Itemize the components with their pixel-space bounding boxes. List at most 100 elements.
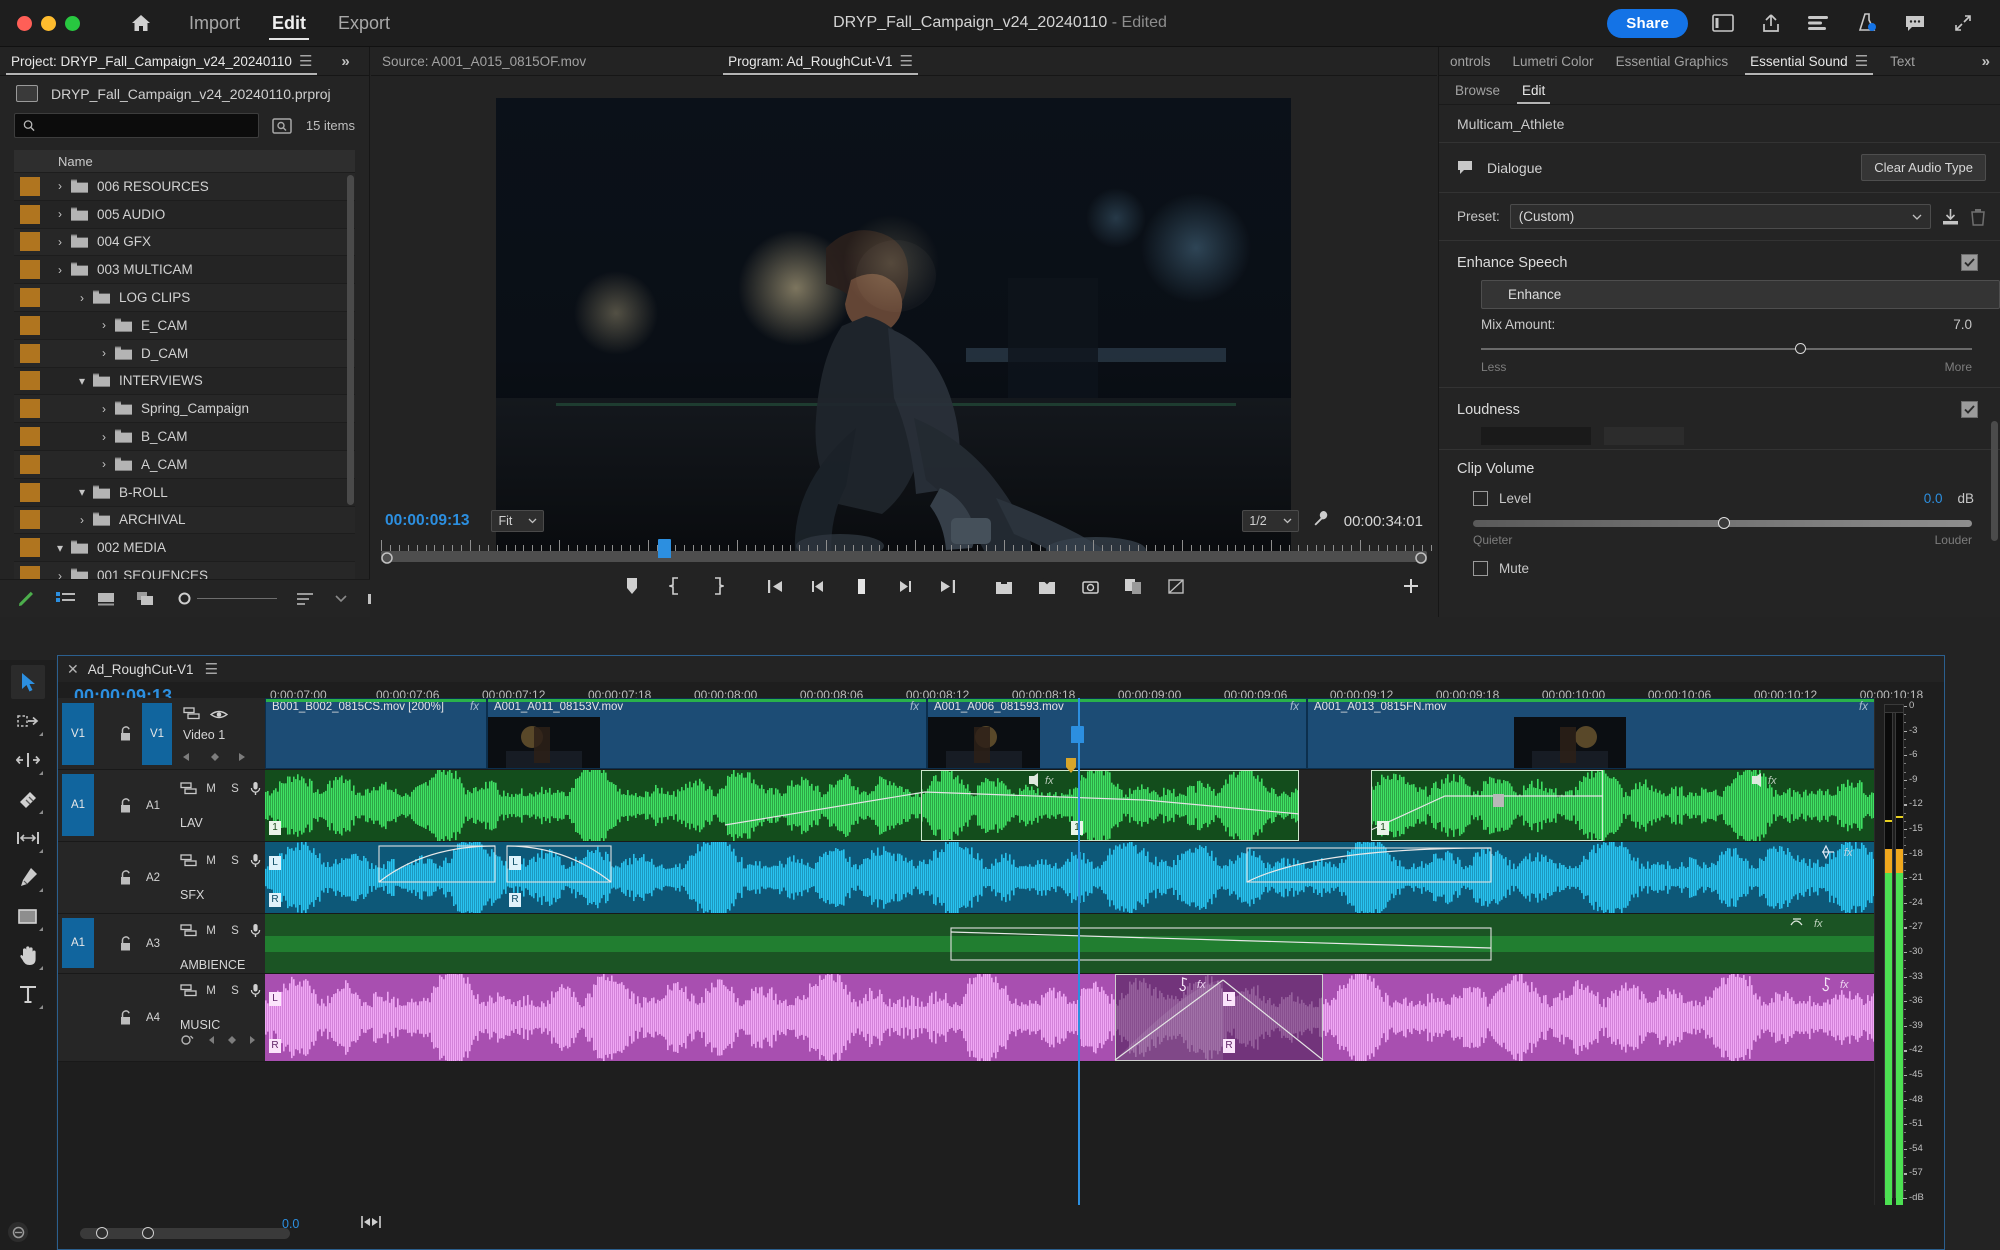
in-point-handle[interactable] (381, 551, 393, 565)
sort-chevron-icon[interactable] (335, 589, 347, 609)
tab-essential-graphics[interactable]: Essential Graphics (1605, 47, 1740, 75)
monitor-scrub-ruler[interactable] (381, 539, 1427, 565)
source-patch-a1[interactable]: A1 (62, 774, 94, 836)
home-icon[interactable] (126, 8, 156, 38)
track-select-forward-tool[interactable] (11, 704, 45, 738)
mix-amount-slider-knob[interactable] (1795, 343, 1806, 354)
bin-color-swatch[interactable] (20, 538, 40, 557)
bin-color-swatch[interactable] (20, 483, 40, 502)
go-to-out-icon[interactable] (935, 575, 959, 597)
fullscreen-icon[interactable] (1950, 10, 1976, 36)
multicam-icon[interactable] (1164, 575, 1188, 597)
subtab-browse[interactable]: Browse (1455, 76, 1511, 104)
bin-color-swatch[interactable] (20, 371, 40, 390)
enhance-button[interactable]: Enhance (1481, 280, 2000, 309)
track-lock-icon[interactable] (118, 798, 134, 814)
a3-rubberband[interactable] (265, 914, 1874, 974)
level-value[interactable]: 0.0 (1924, 491, 1943, 506)
source-patch-a3[interactable]: A1 (62, 918, 94, 968)
export-frame-icon[interactable] (1078, 575, 1102, 597)
track-voice-record-icon[interactable] (250, 853, 261, 868)
zoom-slider-track[interactable] (197, 598, 277, 600)
program-video-frame[interactable] (496, 98, 1291, 560)
bin-color-swatch[interactable] (20, 455, 40, 474)
step-forward-icon[interactable] (892, 575, 916, 597)
bin-color-swatch[interactable] (20, 427, 40, 446)
track-sync-lock-icon[interactable] (183, 707, 200, 720)
disclosure-triangle-icon[interactable]: › (94, 318, 114, 332)
thumbnail-zoom-slider[interactable] (178, 592, 277, 605)
keyframe-nav-icons[interactable] (180, 750, 250, 764)
panel-menu-icon[interactable]: ☰ (299, 52, 312, 70)
zoom-left-handle[interactable] (96, 1227, 108, 1239)
project-tree-row[interactable]: › LOG CLIPS (14, 284, 355, 312)
project-tree-row[interactable]: ▾ INTERVIEWS (14, 368, 355, 396)
selection-tool[interactable] (11, 665, 45, 699)
timeline-panel-menu-icon[interactable]: ☰ (205, 660, 218, 678)
parent-bin-icon[interactable] (16, 85, 38, 102)
pen-tool[interactable] (11, 860, 45, 894)
a1-volume-rubberband[interactable] (265, 770, 1874, 842)
track-visibility-eye-icon[interactable] (210, 708, 228, 721)
track-solo-a2[interactable]: S (228, 855, 242, 867)
project-file-row[interactable]: DRYP_Fall_Campaign_v24_20240110.prproj (0, 76, 369, 111)
track-voice-record-icon[interactable] (250, 923, 261, 938)
freeform-view-icon[interactable] (136, 589, 158, 609)
bin-color-swatch[interactable] (20, 205, 40, 224)
disclosure-triangle-icon[interactable]: ▾ (50, 541, 70, 555)
bin-color-swatch[interactable] (20, 399, 40, 418)
monitor-settings-wrench-icon[interactable] (1313, 510, 1330, 532)
disclosure-triangle-icon[interactable]: › (72, 513, 92, 527)
track-voice-record-icon[interactable] (250, 781, 261, 796)
bin-color-swatch[interactable] (20, 232, 40, 251)
mode-tab-export[interactable]: Export (335, 0, 393, 47)
mark-in-icon[interactable] (663, 575, 687, 597)
video-clip[interactable]: B001_B002_0815CS.mov [200%] fx (265, 698, 487, 769)
project-tree-row[interactable]: › A_CAM (14, 451, 355, 479)
disclosure-triangle-icon[interactable]: › (50, 179, 70, 193)
track-mute-a3[interactable]: M (204, 925, 218, 937)
go-to-in-icon[interactable] (763, 575, 787, 597)
track-solo-a4[interactable]: S (228, 985, 242, 997)
project-tree-row[interactable]: › E_CAM (14, 312, 355, 340)
disclosure-triangle-icon[interactable]: › (50, 235, 70, 249)
monitor-current-time[interactable]: 00:00:09:13 (385, 512, 469, 530)
playback-resolution-select[interactable]: 1/2 (1242, 510, 1298, 532)
subtab-edit[interactable]: Edit (1511, 76, 1556, 104)
bin-color-swatch[interactable] (20, 288, 40, 307)
step-back-icon[interactable] (806, 575, 830, 597)
track-lock-icon[interactable] (118, 1010, 134, 1026)
preset-select[interactable]: (Custom) (1510, 204, 1931, 229)
tab-effect-controls[interactable]: ontrols (1439, 47, 1502, 75)
type-tool[interactable] (11, 977, 45, 1011)
video-clip[interactable]: A001_A011_08153V.mov fx (487, 698, 927, 769)
track-lock-icon[interactable] (118, 936, 134, 952)
slip-tool[interactable] (11, 821, 45, 855)
add-marker-icon[interactable] (620, 575, 644, 597)
a4-fades[interactable] (265, 974, 1874, 1062)
mix-amount-value[interactable]: 7.0 (1953, 317, 1972, 332)
track-solo-a1[interactable]: S (228, 783, 242, 795)
new-item-pencil-icon[interactable] (16, 589, 36, 609)
close-sequence-icon[interactable]: ✕ (67, 661, 79, 678)
hand-tool[interactable] (11, 938, 45, 972)
track-target-v1[interactable]: V1 (142, 703, 172, 765)
a4-keyframe-nav-icons[interactable] (180, 1032, 260, 1048)
project-tree-row[interactable]: › 006 RESOURCES (14, 173, 355, 201)
track-sync-lock-icon[interactable] (180, 924, 197, 937)
disclosure-triangle-icon[interactable]: › (94, 402, 114, 416)
button-editor-plus-icon[interactable] (1399, 575, 1423, 597)
bin-color-swatch[interactable] (20, 510, 40, 529)
video-clip[interactable]: A001_A013_0815FN.mov fx (1307, 698, 1874, 769)
level-checkbox[interactable] (1473, 491, 1488, 506)
mode-tab-import[interactable]: Import (186, 0, 243, 47)
export-share-icon[interactable] (1758, 10, 1784, 36)
timeline-zoom-scrollbar[interactable] (80, 1228, 290, 1239)
monitor-scrub-bar[interactable] (381, 551, 1427, 562)
mark-out-icon[interactable] (706, 575, 730, 597)
track-sync-lock-icon[interactable] (180, 782, 197, 795)
level-slider[interactable] (1473, 517, 1972, 529)
disclosure-triangle-icon[interactable]: ▾ (72, 485, 92, 499)
track-lock-icon[interactable] (118, 870, 134, 886)
save-preset-icon[interactable] (1941, 208, 1960, 226)
